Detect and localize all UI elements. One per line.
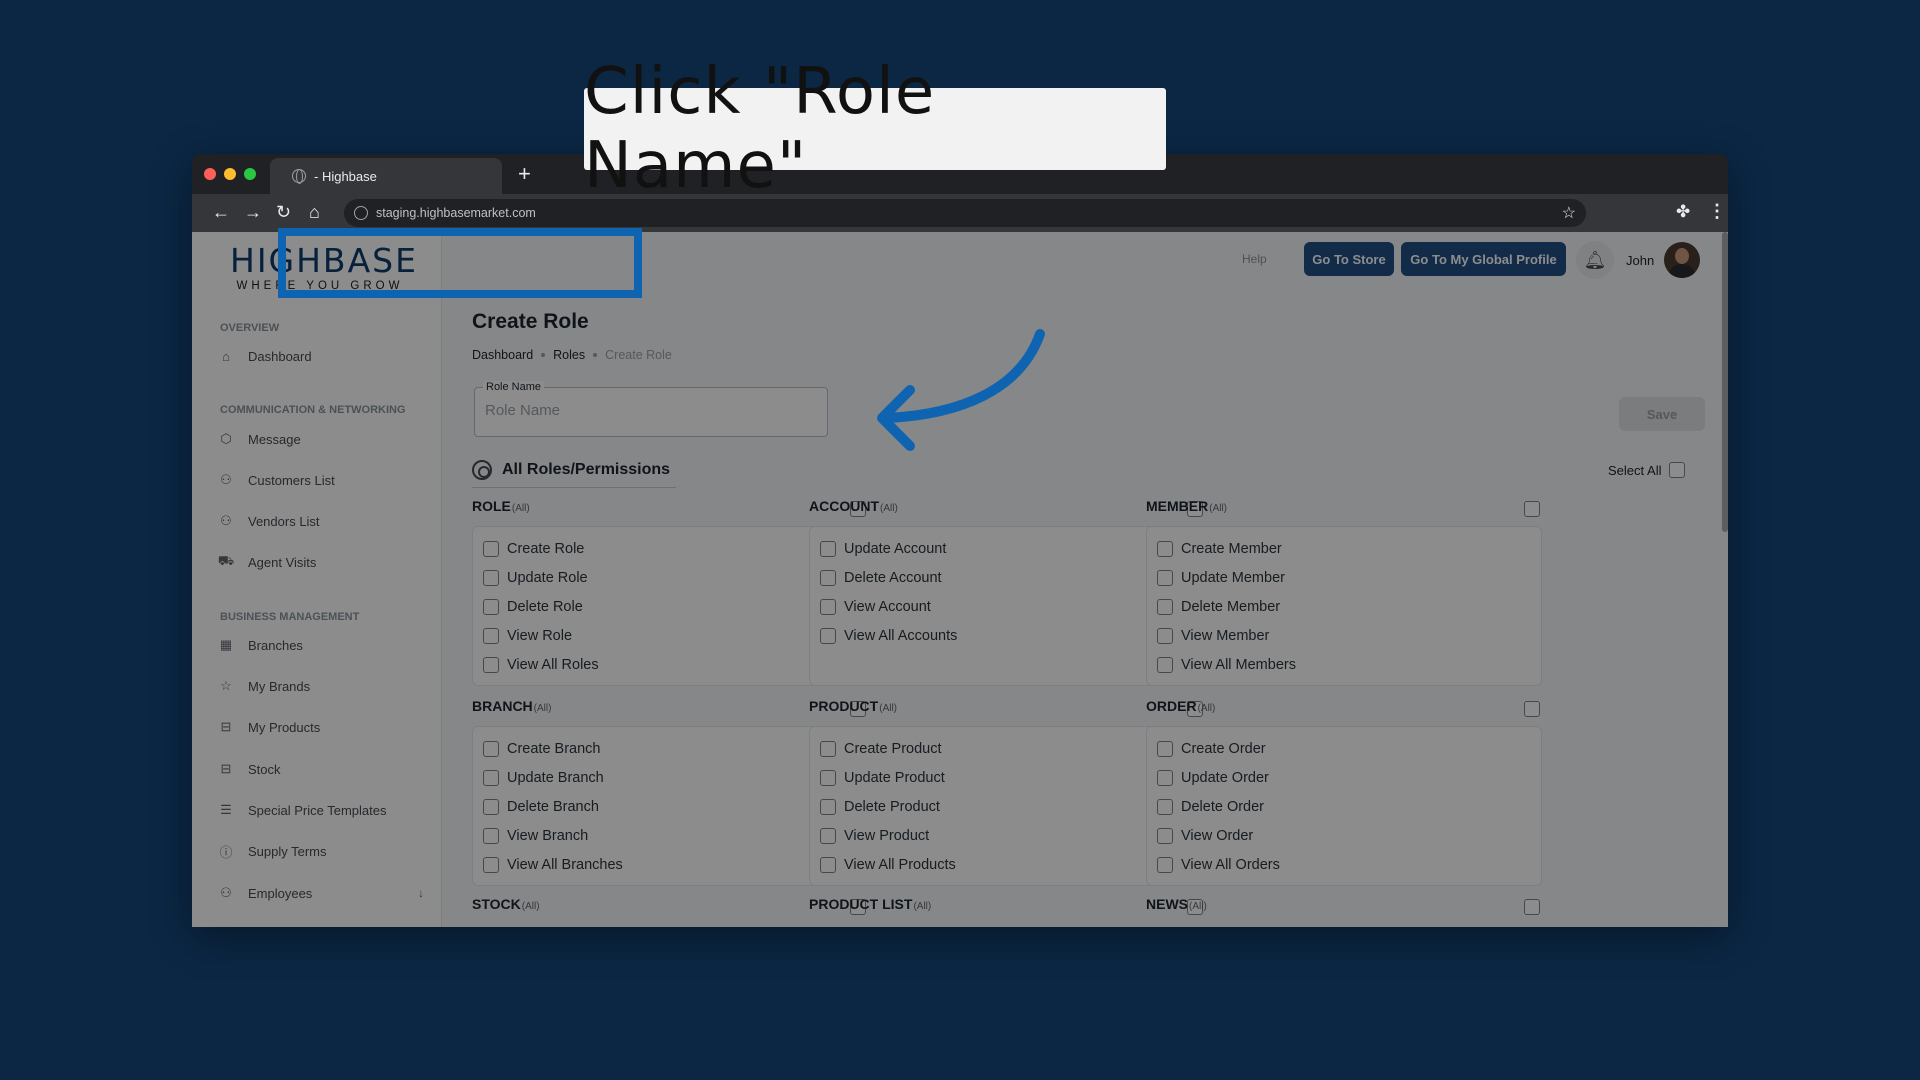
instruction-arrow-icon [877,329,1045,451]
